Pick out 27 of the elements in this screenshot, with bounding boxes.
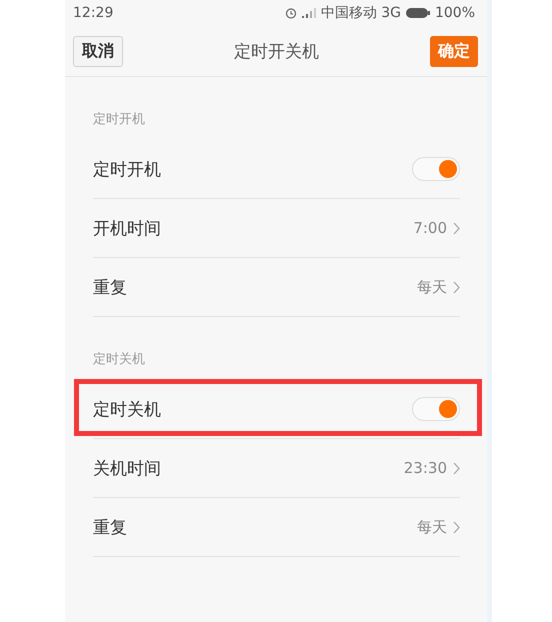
chevron-right-icon	[453, 520, 460, 534]
carrier-label: 中国移动 3G	[320, 4, 401, 22]
chevron-right-icon	[453, 222, 460, 234]
setting-value[interactable]: 每天	[417, 278, 447, 296]
signal-icon	[302, 8, 316, 18]
setting-label: 开机时间	[93, 218, 161, 240]
setting-label: 定时关机	[93, 398, 161, 420]
chevron-right-icon	[453, 462, 460, 474]
cancel-button[interactable]: 取消	[73, 36, 123, 66]
section-title: 定时开机	[93, 111, 146, 129]
setting-label: 重复	[93, 276, 127, 298]
battery-percentage: 100%	[434, 5, 475, 21]
battery-icon	[406, 8, 430, 18]
toggle-switch[interactable]	[412, 397, 460, 421]
setting-label: 关机时间	[93, 458, 161, 480]
setting-value[interactable]: 每天	[417, 518, 447, 536]
status-time: 12:29	[73, 5, 114, 21]
setting-label: 定时开机	[93, 158, 161, 180]
chevron-right-icon	[453, 280, 460, 294]
section-title: 定时关机	[93, 351, 146, 369]
confirm-button[interactable]: 确定	[430, 36, 478, 66]
setting-value[interactable]: 7:00	[413, 219, 447, 237]
page-title: 定时开关机	[234, 40, 319, 62]
setting-label: 重复	[93, 516, 127, 538]
toggle-switch[interactable]	[412, 157, 460, 181]
setting-value[interactable]: 23:30	[404, 459, 447, 477]
alarm-icon	[284, 7, 297, 19]
